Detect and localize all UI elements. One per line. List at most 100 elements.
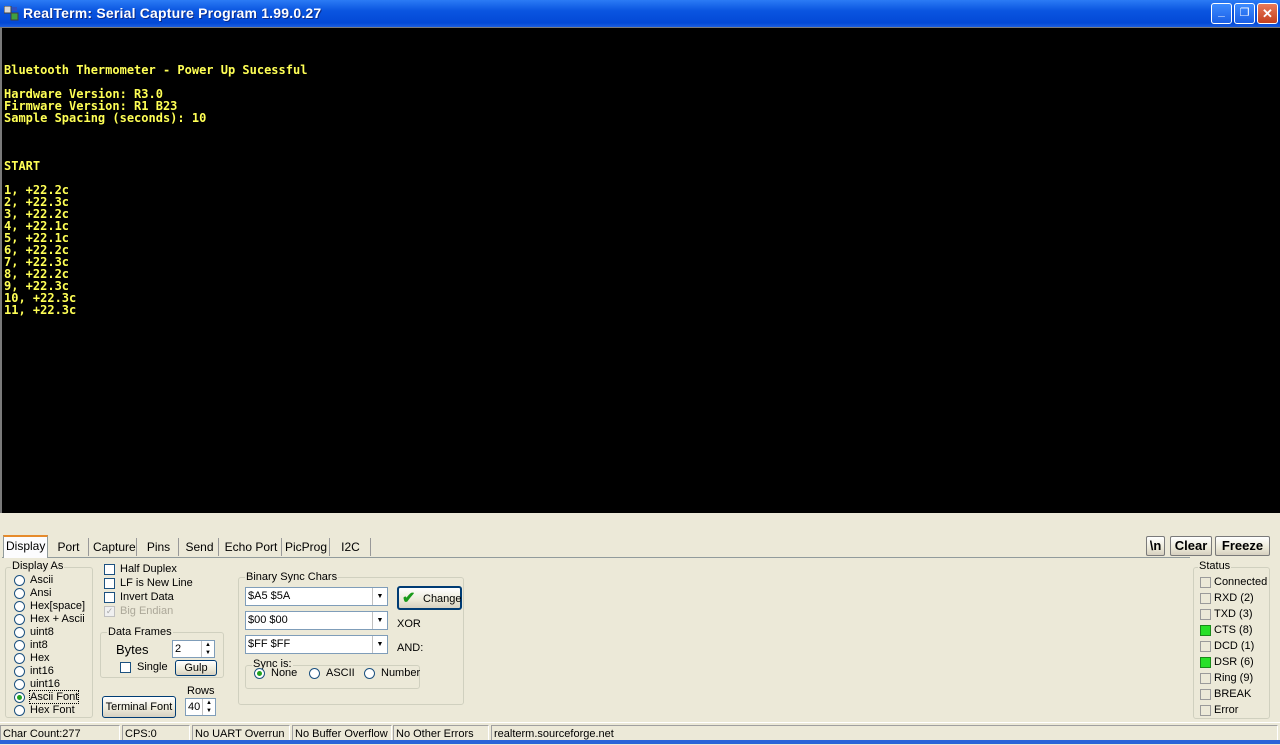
close-button[interactable]: ✕: [1257, 3, 1278, 24]
terminal-line: START: [4, 159, 41, 173]
radio-sync-number[interactable]: [364, 668, 375, 679]
status-dcd-label: DCD (1): [1214, 640, 1255, 652]
xor-value: $00 $00: [248, 614, 288, 626]
radio-ascii-font-label: Ascii Font: [28, 690, 80, 704]
tab-picprog[interactable]: PicProg: [283, 538, 330, 556]
terminal-font-button[interactable]: Terminal Font: [102, 696, 176, 718]
rows-spinner-arrows[interactable]: ▲ ▼: [202, 699, 215, 715]
status-led: [1200, 657, 1211, 668]
radio-hex-space[interactable]: [14, 601, 25, 612]
radio-ascii[interactable]: [14, 575, 25, 586]
terminal-line: 11, +22.3c: [4, 303, 77, 317]
radio-ascii-label: Ascii: [30, 574, 54, 586]
window-title: RealTerm: Serial Capture Program 1.99.0.…: [23, 5, 322, 21]
change-button[interactable]: ✔ Change: [397, 586, 462, 610]
radio-hex-ascii[interactable]: [14, 614, 25, 625]
big-endian-checkbox: ✓: [104, 606, 115, 617]
status-label: Status: [1198, 560, 1232, 572]
terminal-line: Bluetooth Thermometer - Power Up Sucessf…: [4, 63, 308, 77]
lf-new-line-label: LF is New Line: [120, 577, 193, 589]
radio-int16[interactable]: [14, 666, 25, 677]
radio-uint16[interactable]: [14, 679, 25, 690]
radio-hex-font-label: Hex Font: [30, 704, 75, 716]
tab-pins[interactable]: Pins: [139, 538, 179, 556]
status-connected-label: Connected: [1214, 576, 1268, 588]
radio-sync-none[interactable]: [254, 668, 265, 679]
tab-send[interactable]: Send: [181, 538, 219, 556]
rows-value: 40: [188, 701, 201, 713]
radio-sync-ascii-label: ASCII: [326, 667, 355, 679]
radio-int16-label: int16: [30, 665, 54, 677]
radio-hex-font[interactable]: [14, 705, 25, 716]
control-panel: Display Port Capture Pins Send Echo Port…: [0, 514, 1280, 722]
tab-echo-port[interactable]: Echo Port: [221, 538, 282, 556]
radio-sync-ascii[interactable]: [309, 668, 320, 679]
status-led: [1200, 641, 1211, 652]
radio-uint16-label: uint16: [30, 678, 60, 690]
title-bar[interactable]: RealTerm: Serial Capture Program 1.99.0.…: [0, 0, 1280, 27]
chevron-down-icon[interactable]: ▼: [372, 588, 387, 605]
status-led: [1200, 593, 1211, 604]
app-icon: [4, 6, 19, 21]
status-break-label: BREAK: [1214, 688, 1252, 700]
chevron-down-icon[interactable]: ▼: [372, 636, 387, 653]
error-status: No Other Errors: [393, 725, 489, 741]
radio-sync-number-label: Number: [381, 667, 421, 679]
bytes-spinner-arrows[interactable]: ▲ ▼: [201, 641, 214, 657]
lf-new-line-checkbox[interactable]: [104, 578, 115, 589]
status-error-label: Error: [1214, 704, 1239, 716]
status-led: [1200, 705, 1211, 716]
radio-uint8-label: uint8: [30, 626, 54, 638]
status-led: [1200, 609, 1211, 620]
tab-capture[interactable]: Capture: [91, 538, 137, 556]
half-duplex-checkbox[interactable]: [104, 564, 115, 575]
rows-spinner[interactable]: 40 ▲ ▼: [185, 698, 216, 716]
tab-i2c[interactable]: I2C: [331, 538, 371, 556]
status-rxd-label: RXD (2): [1214, 592, 1254, 604]
freeze-button[interactable]: Freeze: [1215, 536, 1270, 556]
sync-chars-combo[interactable]: $A5 $5A ▼: [245, 587, 388, 606]
single-label: Single: [137, 661, 168, 673]
check-icon: ✔: [402, 590, 416, 607]
char-count: Char Count:277: [0, 725, 120, 741]
single-checkbox[interactable]: [120, 662, 131, 673]
status-led: [1200, 577, 1211, 588]
radio-ascii-font[interactable]: [14, 692, 25, 703]
bytes-value: 2: [175, 643, 182, 655]
big-endian-label: Big Endian: [120, 605, 174, 617]
status-ring-label: Ring (9): [1214, 672, 1254, 684]
status-cts-label: CTS (8): [1214, 624, 1253, 636]
newline-button[interactable]: \n: [1146, 536, 1165, 556]
chevron-down-icon[interactable]: ▼: [372, 612, 387, 629]
bytes-spinner[interactable]: 2 ▲ ▼: [172, 640, 215, 658]
half-duplex-label: Half Duplex: [120, 563, 177, 575]
status-dsr-label: DSR (6): [1214, 656, 1254, 668]
tab-display[interactable]: Display: [3, 535, 48, 558]
xor-combo[interactable]: $00 $00 ▼: [245, 611, 388, 630]
tab-port[interactable]: Port: [49, 538, 89, 556]
gulp-button[interactable]: Gulp: [175, 660, 217, 676]
radio-ansi-label: Ansi: [30, 587, 52, 599]
xor-label: XOR: [397, 618, 421, 630]
bytes-label: Bytes: [116, 642, 149, 657]
status-led: [1200, 625, 1211, 636]
buffer-status: No Buffer Overflow: [292, 725, 392, 741]
radio-hex[interactable]: [14, 653, 25, 664]
radio-hex-label: Hex: [30, 652, 50, 664]
binary-sync-label: Binary Sync Chars: [245, 571, 339, 583]
invert-data-checkbox[interactable]: [104, 592, 115, 603]
and-combo[interactable]: $FF $FF ▼: [245, 635, 388, 654]
radio-int8[interactable]: [14, 640, 25, 651]
radio-hex-space-label: Hex[space]: [30, 600, 86, 612]
minimize-button[interactable]: _: [1211, 3, 1232, 24]
radio-int8-label: int8: [30, 639, 48, 651]
radio-ansi[interactable]: [14, 588, 25, 599]
website-link[interactable]: realterm.sourceforge.net: [491, 725, 1278, 741]
uart-status: No UART Overrun: [192, 725, 290, 741]
clear-button[interactable]: Clear: [1170, 536, 1212, 556]
taskbar-edge: [0, 740, 1280, 744]
terminal-line: Sample Spacing (seconds): 10: [4, 111, 207, 125]
terminal-output[interactable]: Bluetooth Thermometer - Power Up Sucessf…: [0, 27, 1280, 513]
radio-uint8[interactable]: [14, 627, 25, 638]
restore-button[interactable]: ❐: [1234, 3, 1255, 24]
